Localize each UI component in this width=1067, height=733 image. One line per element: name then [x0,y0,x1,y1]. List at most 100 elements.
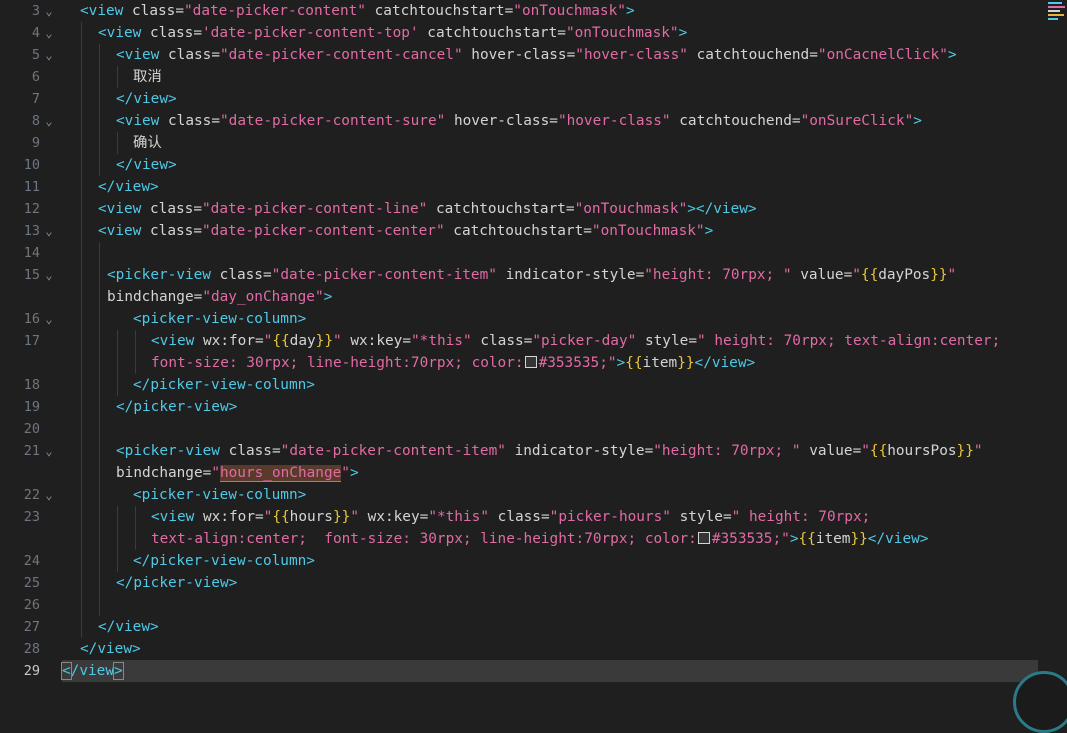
code-line: </picker-view> [116,575,238,591]
text-content: 取消 [133,69,162,85]
indent-guide [99,242,100,616]
fold-chevron-icon[interactable]: ⌄ [44,110,54,132]
fold-chevron-icon[interactable]: ⌄ [44,484,54,506]
binding-expr: dayPos [878,267,931,283]
tag-name: view [106,223,142,239]
attr-name: bindchange [107,289,194,305]
code-line: </view> [98,179,159,195]
attr-value: date-picker-content [192,3,358,19]
tag-name: view [133,157,168,173]
attr-value: height: 70rpx; [661,443,792,459]
attr-value: picker-hours [558,509,663,525]
attr-name: indicator-style [514,443,645,459]
attr-name: wx:for [203,509,255,525]
tag-name: picker-view-column [141,311,298,327]
tag-name: view [885,531,920,547]
tag-name: view [159,509,195,525]
binding-expr: hoursPos [887,443,957,459]
tag-name: picker-view [133,399,229,415]
code-line: <view class="date-picker-content-center"… [98,223,714,239]
code-line-current[interactable]: </view> [61,660,124,682]
color-swatch-icon[interactable] [697,532,710,544]
indent-guide [117,66,118,88]
color-swatch-icon[interactable] [524,356,537,368]
attr-value: onCacnelClick [826,47,940,63]
attr-value: *this [419,333,463,349]
attr-value: date-picker-content-item [289,443,498,459]
code-line: <view class="date-picker-content-line" c… [98,201,757,217]
code-line-wrap: bindchange="day_onChange"> [107,289,333,305]
line-number: 21 [23,443,40,459]
attr-name: catchtouchend [679,113,792,129]
fold-chevron-icon[interactable]: ⌄ [44,22,54,44]
code-line-wrap: bindchange="hours_onChange"> [116,465,359,482]
attr-value: font-size: 30rpx; line-height:70rpx; col… [151,355,524,371]
tag-name: picker-view-column [150,553,307,569]
fold-chevron-icon[interactable]: ⌄ [44,264,54,286]
binding-expr: item [815,531,851,547]
fold-chevron-icon[interactable]: ⌄ [44,308,54,330]
code-line: <view class="date-picker-content-cancel"… [116,47,957,63]
fold-chevron-icon[interactable]: ⌄ [44,220,54,242]
text-content: 确认 [133,135,162,151]
attr-value: height: 70rpx; text-align:center; [705,333,1001,349]
attr-name: hover-class [471,47,567,63]
code-line: <picker-view-column> [133,487,307,503]
tag-name: view [133,91,168,107]
attr-name: hover-class [453,113,550,129]
code-line: <picker-view class="date-picker-content-… [107,267,957,283]
indent-guide [117,330,118,396]
minimap[interactable] [1045,0,1067,26]
tag-name: view [115,619,150,635]
code-line: <view class='date-picker-content-top' ca… [98,25,688,41]
attr-name: wx:key [350,333,403,349]
line-number: 5 [31,47,40,63]
tag-name: view [713,201,748,217]
line-number: 19 [23,399,40,415]
attr-name: class [219,267,263,283]
indent-guide [117,506,118,572]
tag-name: picker-view [124,443,220,459]
line-number: 23 [23,509,40,525]
line-number: 16 [23,311,40,327]
attr-value: #353535; [538,355,608,371]
tag-name: view [106,201,142,217]
tag-name: view [88,3,124,19]
code-line: </view> [80,641,141,657]
fold-chevron-icon[interactable]: ⌄ [44,44,54,66]
attr-value: onTouchmask [521,3,618,19]
attr-value: height: 70rpx; [652,267,783,283]
fold-chevron-icon[interactable]: ⌄ [44,0,54,22]
line-number: 18 [23,377,40,393]
binding-expr: hours [289,509,333,525]
indent-guide [81,22,82,638]
code-line: </view> [98,619,159,635]
tag-name: view [97,641,132,657]
attr-name: catchtouchend [696,47,810,63]
line-number: 17 [23,333,40,349]
fold-chevron-icon[interactable]: ⌄ [44,440,54,462]
attr-name: class [480,333,524,349]
code-line: </view> [116,91,177,107]
code-line: <view class="date-picker-content" catcht… [80,3,635,19]
attr-value: hover-class [566,113,662,129]
code-line: 取消 [133,66,162,88]
attr-name: catchtouchstart [435,201,566,217]
line-number: 22 [23,487,40,503]
code-line-wrap: font-size: 30rpx; line-height:70rpx; col… [151,355,756,371]
code-line: <view wx:for="{{day}}" wx:key="*this" cl… [151,333,1001,349]
attr-value: date-picker-content-line [210,201,419,217]
code-editor[interactable]: 3 4 5 6 7 8 9 10 11 12 13 14 15 16 17 18 19 20 21 22 23 24 25 2… [0,0,1067,733]
code-line: 确认 [133,132,162,154]
line-number: 10 [23,157,40,173]
highlighted-word: hours_onChange [219,465,342,482]
attr-value: hover-class [583,47,680,63]
indent-guide [135,506,136,550]
attr-name: catchtouchstart [374,3,505,19]
attr-value: date-picker-content-cancel [228,47,454,63]
line-number: 7 [31,91,40,107]
status-ring-icon[interactable] [1013,671,1067,733]
line-number: 26 [23,597,40,613]
tag-name: view [106,25,142,41]
tag-name: picker-view [133,575,229,591]
